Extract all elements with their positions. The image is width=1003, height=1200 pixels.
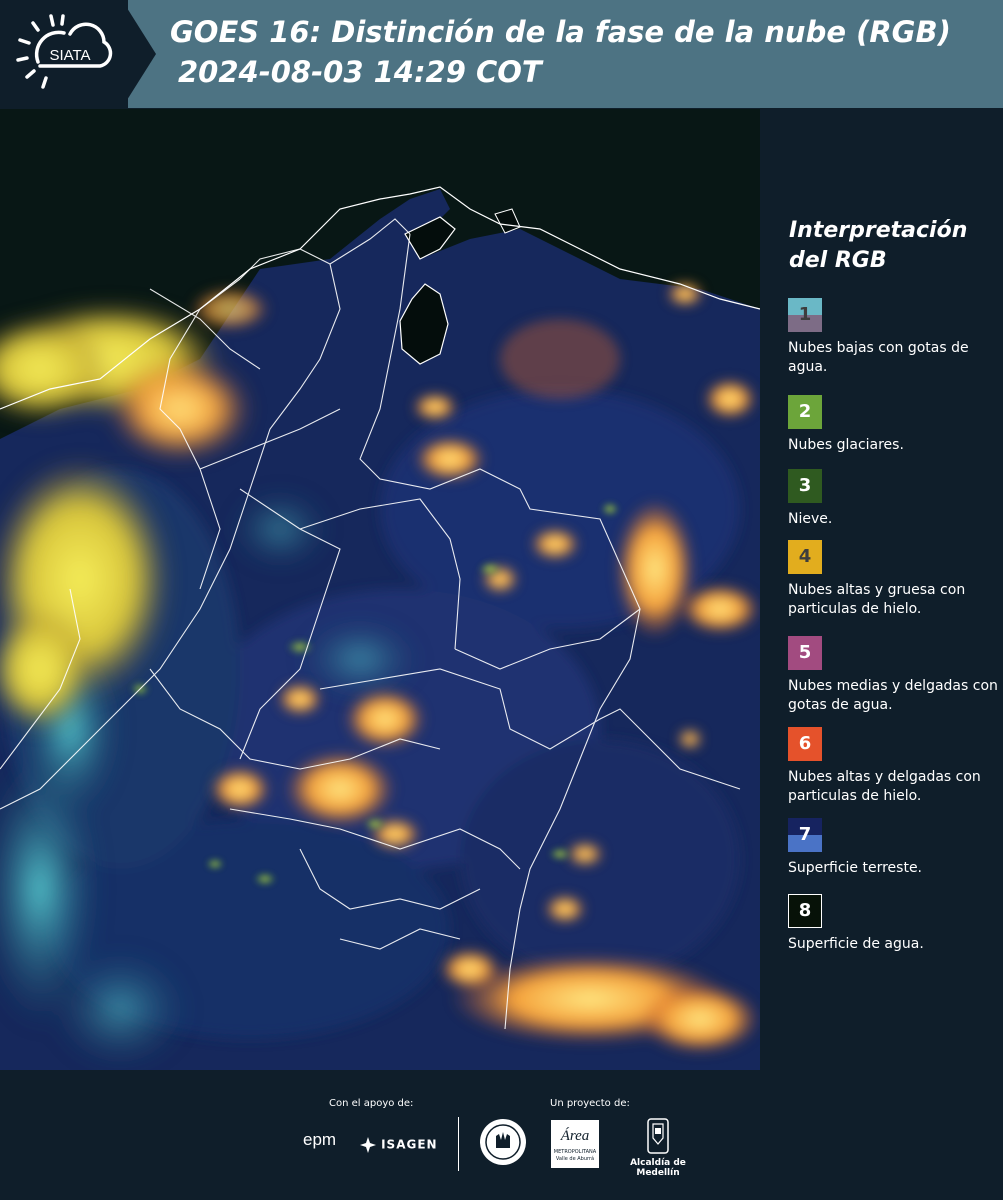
legend-number: 8 — [798, 900, 812, 921]
legend-swatch-3: 3 — [788, 469, 822, 503]
legend-panel: Interpretación del RGB 1 Nubes bajas con… — [760, 108, 1003, 1070]
area-subtitle: METROPOLITANA — [553, 1149, 597, 1155]
legend-label: Nubes altas y gruesa con particulas de h… — [788, 582, 966, 617]
sun-cloud-icon: SIATA — [16, 14, 113, 89]
isagen-text: ISAGEN — [381, 1137, 438, 1152]
legend-label: Superficie de agua. — [788, 936, 924, 952]
seal-icon — [480, 1119, 526, 1165]
support-label: Con el apoyo de: — [329, 1098, 414, 1109]
legend-label: Nubes medias y delgadas con gotas de agu… — [788, 678, 998, 713]
legend-number: 1 — [798, 304, 812, 325]
isagen-logo: ISAGEN — [360, 1134, 438, 1153]
legend-number: 4 — [798, 546, 812, 567]
area-metropolitana-logo: Área METROPOLITANA Valle de Aburrá — [551, 1120, 599, 1168]
legend-number: 6 — [798, 733, 812, 754]
page-datetime: 2024-08-03 14:29 COT — [178, 55, 542, 89]
epm-logo: epm — [303, 1130, 337, 1149]
legend-item-1: 1 Nubes bajas con gotas de agua. — [788, 298, 998, 377]
legend-title: Interpretación del RGB — [789, 218, 968, 273]
alcaldia-logo: Alcaldía de Medellín — [613, 1118, 703, 1178]
project-label: Un proyecto de: — [550, 1098, 630, 1109]
legend-label: Nubes bajas con gotas de agua. — [788, 340, 969, 375]
legend-item-8: 8 Superficie de agua. — [788, 894, 998, 954]
legend-label: Nieve. — [788, 511, 833, 527]
emblem-logo — [479, 1118, 527, 1170]
legend-swatch-7: 7 — [788, 818, 822, 852]
footer: Con el apoyo de: Un proyecto de: epm ISA… — [0, 1070, 1003, 1200]
legend-item-7: 7 Superficie terreste. — [788, 818, 998, 878]
area-logo-text: Área — [560, 1128, 590, 1144]
legend-label: Superficie terreste. — [788, 860, 923, 876]
legend-number: 3 — [798, 475, 812, 496]
legend-swatch-2: 2 — [788, 395, 822, 429]
legend-swatch-1: 1 — [788, 298, 822, 332]
area-subtitle-2: Valle de Aburrá — [555, 1156, 595, 1162]
legend-swatch-8: 8 — [788, 894, 822, 928]
footer-divider — [458, 1117, 459, 1171]
legend-item-2: 2 Nubes glaciares. — [788, 395, 998, 455]
legend-swatch-5: 5 — [788, 636, 822, 670]
legend-swatch-6: 6 — [788, 727, 822, 761]
logo-arrow-shape — [122, 0, 156, 108]
legend-item-3: 3 Nieve. — [788, 469, 998, 529]
coat-of-arms-icon — [647, 1118, 669, 1154]
legend-label: Nubes altas y delgadas con particulas de… — [788, 769, 981, 804]
legend-number: 2 — [798, 401, 812, 422]
satellite-map — [0, 109, 760, 1070]
legend-item-6: 6 Nubes altas y delgadas con particulas … — [788, 727, 998, 806]
logo-text: SIATA — [49, 47, 90, 64]
isagen-icon — [360, 1136, 376, 1153]
legend-swatch-4: 4 — [788, 540, 822, 574]
legend-number: 7 — [798, 824, 812, 845]
legend-label: Nubes glaciares. — [788, 437, 904, 453]
legend-item-4: 4 Nubes altas y gruesa con particulas de… — [788, 540, 998, 619]
alcaldia-text: Alcaldía de Medellín — [630, 1158, 686, 1178]
legend-item-5: 5 Nubes medias y delgadas con gotas de a… — [788, 636, 998, 715]
satellite-image — [0, 109, 760, 1070]
page-title: GOES 16: Distinción de la fase de la nub… — [170, 15, 951, 49]
header-bar: SIATA GOES 16: Distinción de la fase de … — [0, 0, 1003, 108]
siata-logo: SIATA — [0, 0, 128, 108]
legend-number: 5 — [798, 642, 812, 663]
